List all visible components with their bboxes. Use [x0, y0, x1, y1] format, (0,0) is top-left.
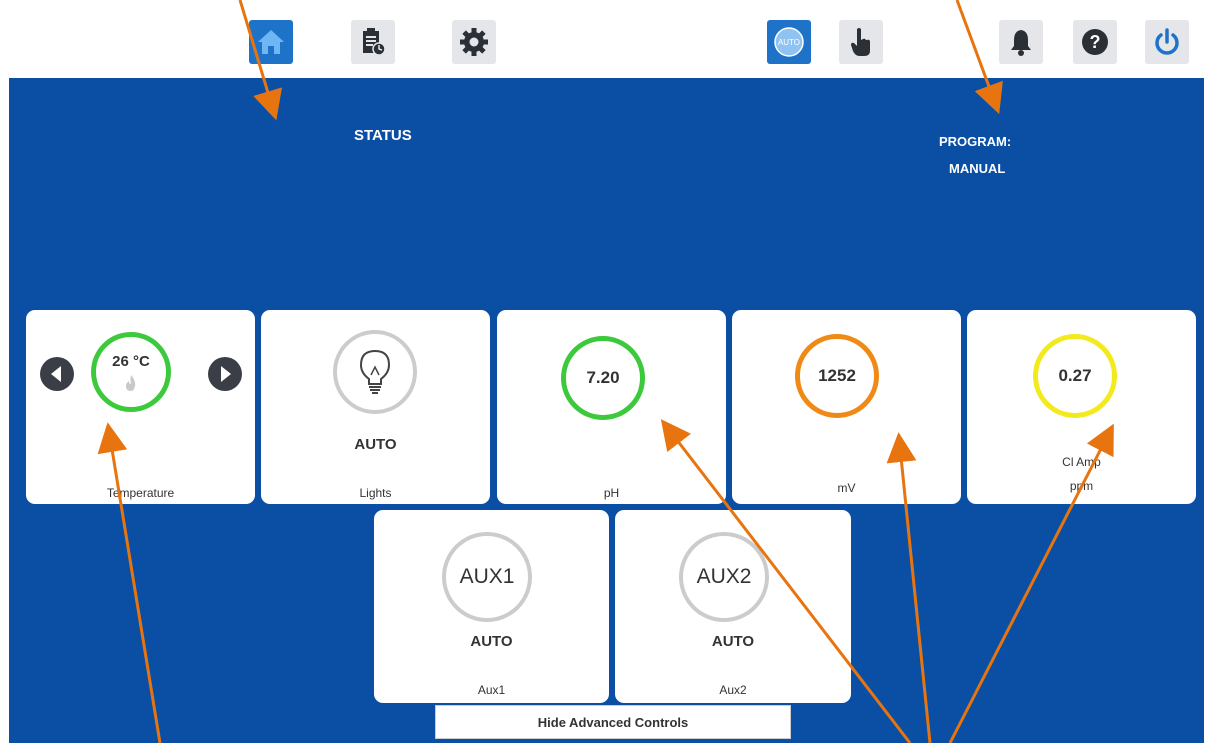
aux2-card[interactable]: AUX2 AUTO Aux2 — [615, 510, 851, 703]
help-button[interactable]: ? — [1073, 20, 1117, 64]
ph-label: pH — [603, 486, 620, 500]
temperature-prev-button[interactable] — [40, 357, 74, 391]
power-button[interactable] — [1145, 20, 1189, 64]
mv-card[interactable]: 1252 mV — [732, 310, 961, 504]
cl-card[interactable]: 0.27 Cl Amp ppm — [967, 310, 1196, 504]
aux1-ring-text: AUX1 — [459, 565, 515, 588]
chevron-left-icon — [51, 366, 61, 382]
top-toolbar: AUTO ? — [9, 6, 1204, 81]
schedule-icon — [363, 28, 386, 56]
mv-label: mV — [837, 481, 856, 495]
program-label: PROGRAM: — [939, 134, 1012, 149]
lightbulb-icon — [359, 349, 391, 394]
svg-text:AUTO: AUTO — [778, 38, 800, 47]
cl-label: Cl Amp — [1062, 455, 1101, 469]
schedule-button[interactable] — [351, 20, 395, 64]
hide-advanced-controls-button[interactable]: Hide Advanced Controls — [435, 705, 791, 739]
cl-unit-label: ppm — [1069, 479, 1094, 493]
lights-state: AUTO — [354, 436, 397, 453]
app-frame: AUTO ? STATUS PROGRAM: MANUAL 26 °C Temp… — [9, 6, 1204, 743]
home-icon — [258, 30, 284, 54]
lights-card[interactable]: AUTO Lights — [261, 310, 490, 504]
manual-mode-button[interactable] — [839, 20, 883, 64]
temperature-ring: 26 °C — [91, 332, 171, 412]
home-button[interactable] — [249, 20, 293, 64]
auto-mode-icon: AUTO — [774, 27, 804, 57]
chevron-right-icon — [221, 366, 231, 382]
power-icon — [1155, 28, 1179, 55]
bell-icon — [1011, 30, 1031, 56]
auto-mode-button[interactable]: AUTO — [767, 20, 811, 64]
aux1-card[interactable]: AUX1 AUTO Aux1 — [374, 510, 609, 703]
alarms-button[interactable] — [999, 20, 1043, 64]
temperature-label: Temperature — [106, 486, 175, 500]
ph-card[interactable]: 7.20 pH — [497, 310, 726, 504]
ph-ring: 7.20 — [561, 336, 645, 420]
aux2-label: Aux2 — [719, 683, 747, 697]
gear-icon — [460, 28, 488, 56]
temperature-value: 26 °C — [112, 352, 150, 370]
status-title: STATUS — [354, 127, 412, 144]
lights-ring — [333, 330, 417, 414]
help-icon: ? — [1082, 29, 1108, 55]
temperature-next-button[interactable] — [208, 357, 242, 391]
aux1-state: AUTO — [470, 633, 513, 650]
aux1-label: Aux1 — [477, 683, 506, 697]
mv-ring: 1252 — [795, 334, 879, 418]
aux2-ring-text: AUX2 — [696, 565, 752, 588]
manual-hand-icon — [851, 28, 870, 56]
ph-value: 7.20 — [586, 368, 620, 387]
mv-value: 1252 — [818, 366, 856, 385]
aux1-ring: AUX1 — [442, 532, 532, 622]
svg-text:?: ? — [1090, 32, 1101, 52]
temperature-card[interactable]: 26 °C Temperature — [26, 310, 255, 504]
cl-ring: 0.27 — [1033, 334, 1117, 418]
aux2-state: AUTO — [711, 633, 755, 650]
settings-button[interactable] — [452, 20, 496, 64]
cl-value: 0.27 — [1058, 366, 1092, 385]
aux2-ring: AUX2 — [679, 532, 769, 622]
flame-icon — [126, 374, 136, 391]
lights-label: Lights — [359, 486, 392, 500]
program-value: MANUAL — [949, 161, 1006, 176]
